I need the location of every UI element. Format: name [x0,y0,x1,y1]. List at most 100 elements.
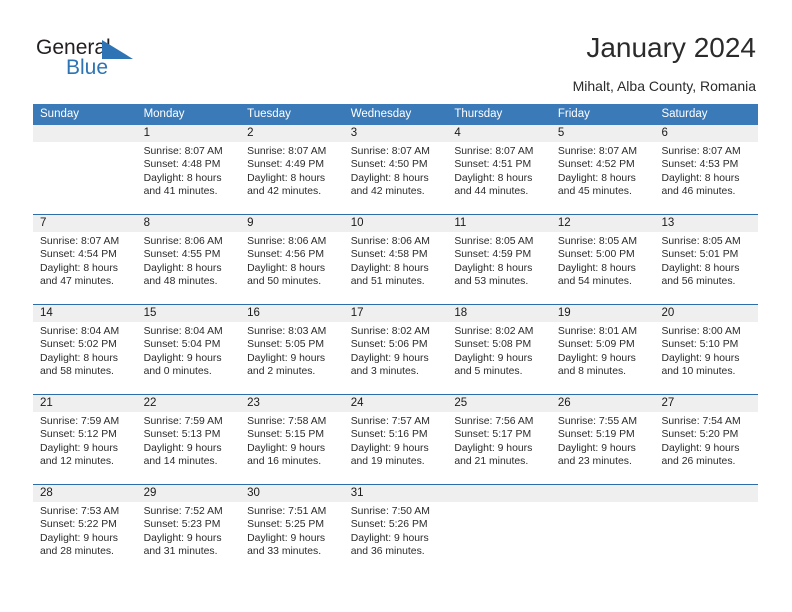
day-detail-line: Sunset: 4:49 PM [247,159,324,171]
day-detail-line: and 31 minutes. [143,546,218,558]
day-cell-16[interactable]: Sunrise: 8:03 AM Sunset: 5:05 PM Daylight:… [240,322,344,394]
day-cell-30[interactable]: Sunrise: 7:51 AM Sunset: 5:25 PM Daylight:… [240,502,344,574]
day-number-15[interactable]: 15 [137,305,241,322]
day-detail-line: Sunrise: 8:00 AM [661,326,741,337]
day-number-26[interactable]: 26 [551,395,655,412]
day-detail-line: Sunset: 5:17 PM [454,429,532,441]
day-cell-12[interactable]: Sunrise: 8:05 AM Sunset: 5:00 PM Daylight:… [551,232,655,304]
day-detail-line: Sunset: 5:02 PM [40,339,117,351]
day-detail-line: Sunset: 5:04 PM [143,339,221,351]
day-cell-9[interactable]: Sunrise: 8:06 AM Sunset: 4:56 PM Daylight:… [240,232,344,304]
day-detail-line: and 5 minutes. [454,366,523,378]
day-number-29[interactable]: 29 [137,485,241,502]
weekday-header-monday: Monday [143,108,185,120]
day-number-6[interactable]: 6 [654,125,758,142]
day-cell-28[interactable]: Sunrise: 7:53 AM Sunset: 5:22 PM Daylight:… [33,502,137,574]
day-number-18[interactable]: 18 [447,305,551,322]
day-cell-24[interactable]: Sunrise: 7:57 AM Sunset: 5:16 PM Daylight:… [344,412,448,484]
day-number-30[interactable]: 30 [240,485,344,502]
day-number-25[interactable]: 25 [447,395,551,412]
day-cell-19[interactable]: Sunrise: 8:01 AM Sunset: 5:09 PM Daylight:… [551,322,655,394]
day-cell-2[interactable]: Sunrise: 8:07 AM Sunset: 4:49 PM Daylight:… [240,142,344,214]
day-number-5[interactable]: 5 [551,125,655,142]
day-number-22[interactable]: 22 [137,395,241,412]
weekday-header-tuesday: Tuesday [247,108,291,120]
day-number-28[interactable]: 28 [33,485,137,502]
day-detail-line: and 56 minutes. [661,276,736,288]
day-number-1[interactable]: 1 [137,125,241,142]
day-number-21[interactable]: 21 [33,395,137,412]
day-cell-29[interactable]: Sunrise: 7:52 AM Sunset: 5:23 PM Daylight:… [137,502,241,574]
day-detail-line: Sunrise: 8:04 AM [143,326,223,337]
day-detail-line: Daylight: 8 hours [454,262,533,274]
day-cell-8[interactable]: Sunrise: 8:06 AM Sunset: 4:55 PM Daylight:… [137,232,241,304]
day-detail-line: Daylight: 9 hours [247,352,326,364]
day-cell-27[interactable]: Sunrise: 7:54 AM Sunset: 5:20 PM Daylight:… [654,412,758,484]
day-number-17[interactable]: 17 [344,305,448,322]
day-number-27[interactable]: 27 [654,395,758,412]
day-detail-line: Sunrise: 7:57 AM [350,416,430,427]
day-detail-line: and 19 minutes. [350,456,425,468]
day-detail-line: and 14 minutes. [143,456,218,468]
day-detail-line: and 12 minutes. [40,456,114,468]
day-number-4[interactable]: 4 [447,125,551,142]
day-number-20[interactable]: 20 [654,305,758,322]
week-daynumber-band: 21 22 23 24 25 26 27 [33,395,758,412]
day-number-16[interactable]: 16 [240,305,344,322]
day-cell-empty [33,142,137,214]
day-cell-6[interactable]: Sunrise: 8:07 AM Sunset: 4:53 PM Daylight:… [654,142,758,214]
day-cell-25[interactable]: Sunrise: 7:56 AM Sunset: 5:17 PM Daylight:… [447,412,551,484]
day-number-19[interactable]: 19 [551,305,655,322]
calendar-week-row: 1 2 3 4 5 6 Sunrise: 8:07 AM Sunset: 4:48 PM Day… [33,125,758,214]
day-detail-line: and 28 minutes. [40,546,114,558]
day-cell-1[interactable]: Sunrise: 8:07 AM Sunset: 4:48 PM Daylight:… [137,142,241,214]
day-cell-23[interactable]: Sunrise: 7:58 AM Sunset: 5:15 PM Daylight:… [240,412,344,484]
day-cell-14[interactable]: Sunrise: 8:04 AM Sunset: 5:02 PM Daylight:… [33,322,137,394]
day-detail-line: Daylight: 9 hours [454,442,533,454]
day-cell-26[interactable]: Sunrise: 7:55 AM Sunset: 5:19 PM Daylight:… [551,412,655,484]
day-cell-5[interactable]: Sunrise: 8:07 AM Sunset: 4:52 PM Daylight:… [551,142,655,214]
day-cell-17[interactable]: Sunrise: 8:02 AM Sunset: 5:06 PM Daylight:… [344,322,448,394]
day-cell-18[interactable]: Sunrise: 8:02 AM Sunset: 5:08 PM Daylight:… [447,322,551,394]
day-number-7[interactable]: 7 [33,215,137,232]
day-cell-empty [654,502,758,574]
day-detail-line: Sunset: 5:06 PM [350,339,428,351]
day-detail-line: Sunset: 4:58 PM [350,249,428,261]
day-number-10[interactable]: 10 [344,215,448,232]
day-number-3[interactable]: 3 [344,125,448,142]
week-detail-band: Sunrise: 7:59 AM Sunset: 5:12 PM Daylight:… [33,412,758,484]
day-detail-line: Sunset: 4:52 PM [557,159,635,171]
day-number-9[interactable]: 9 [240,215,344,232]
day-cell-3[interactable]: Sunrise: 8:07 AM Sunset: 4:50 PM Daylight:… [344,142,448,214]
day-detail-line: Sunset: 4:50 PM [350,159,428,171]
day-cell-22[interactable]: Sunrise: 7:59 AM Sunset: 5:13 PM Daylight:… [137,412,241,484]
day-number-2[interactable]: 2 [240,125,344,142]
day-number-12[interactable]: 12 [551,215,655,232]
day-detail-line: Sunset: 4:56 PM [247,249,324,261]
day-number-14[interactable]: 14 [33,305,137,322]
day-cell-31[interactable]: Sunrise: 7:50 AM Sunset: 5:26 PM Daylight:… [344,502,448,574]
day-cell-13[interactable]: Sunrise: 8:05 AM Sunset: 5:01 PM Daylight:… [654,232,758,304]
day-number-8[interactable]: 8 [137,215,241,232]
day-detail-line: Daylight: 8 hours [661,262,740,274]
day-cell-7[interactable]: Sunrise: 8:07 AM Sunset: 4:54 PM Daylight:… [33,232,137,304]
day-number-31[interactable]: 31 [344,485,448,502]
day-detail-line: Daylight: 9 hours [661,352,740,364]
day-detail-line: Sunrise: 8:02 AM [454,326,534,337]
day-cell-4[interactable]: Sunrise: 8:07 AM Sunset: 4:51 PM Daylight:… [447,142,551,214]
day-cell-20[interactable]: Sunrise: 8:00 AM Sunset: 5:10 PM Daylight:… [654,322,758,394]
day-number-23[interactable]: 23 [240,395,344,412]
calendar-page: General Blue January 2024 Mihalt, Alba C… [0,0,792,612]
day-detail-line: Sunrise: 7:56 AM [454,416,534,427]
day-detail-line: Daylight: 9 hours [350,352,429,364]
day-number-24[interactable]: 24 [344,395,448,412]
day-cell-11[interactable]: Sunrise: 8:05 AM Sunset: 4:59 PM Daylight:… [447,232,551,304]
day-detail-line: and 54 minutes. [557,276,632,288]
day-cell-10[interactable]: Sunrise: 8:06 AM Sunset: 4:58 PM Daylight:… [344,232,448,304]
day-number-13[interactable]: 13 [654,215,758,232]
day-cell-21[interactable]: Sunrise: 7:59 AM Sunset: 5:12 PM Daylight:… [33,412,137,484]
day-cell-15[interactable]: Sunrise: 8:04 AM Sunset: 5:04 PM Daylight:… [137,322,241,394]
day-number-11[interactable]: 11 [447,215,551,232]
calendar-week-row: 28 29 30 31 Sunrise: 7:53 AM Sunset: 5:22 PM D… [33,484,758,574]
day-detail-line: and 42 minutes. [350,186,425,198]
